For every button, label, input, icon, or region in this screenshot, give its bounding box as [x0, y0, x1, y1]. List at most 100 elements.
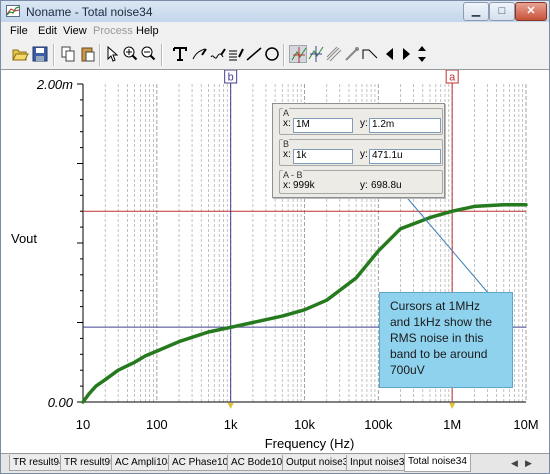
- cursor-tool-3-button[interactable]: [325, 45, 343, 63]
- readout-b-y-label: y:: [360, 149, 368, 160]
- toolbar-separator: [99, 44, 101, 66]
- result-tabs: TR result94 TR result95 AC Ampli108 AC P…: [1, 453, 549, 473]
- tab-ac-ampli108[interactable]: AC Ampli108: [111, 455, 177, 471]
- cursor-a-icon: [291, 47, 307, 63]
- updown-arrows-icon: [418, 46, 426, 62]
- minimize-icon: ▁: [471, 5, 481, 17]
- cursor-b-button[interactable]: [307, 45, 325, 63]
- arrow-pointer-icon: [107, 45, 119, 62]
- paste-button[interactable]: [79, 45, 97, 63]
- title-bar[interactable]: Noname - Total noise34 ▁ □ ✕: [1, 1, 549, 22]
- diagonal-lines-icon: [326, 46, 342, 62]
- menu-process[interactable]: Process: [93, 25, 133, 37]
- cursor-readout-panel[interactable]: A x: 1M y: 1.2m B x: 1k y: 471.1u A - B …: [272, 103, 445, 198]
- close-button[interactable]: ✕: [515, 2, 547, 21]
- tab-scroll-left-button[interactable]: ◀: [509, 457, 520, 470]
- open-button[interactable]: [11, 45, 29, 63]
- tab-scroll-right-icon: ▶: [525, 458, 532, 468]
- readout-a-y-label: y:: [360, 118, 368, 129]
- cursor-a-tag-label: a: [449, 72, 456, 84]
- toolbar-separator: [53, 44, 55, 66]
- folder-open-icon: [12, 49, 29, 61]
- maximize-button[interactable]: □: [489, 2, 515, 21]
- readout-diff-x-value: 999k: [293, 180, 315, 191]
- readout-diff-x-label: x:: [283, 180, 291, 191]
- x-tick-label: 1M: [443, 417, 461, 432]
- menu-help[interactable]: Help: [136, 25, 159, 37]
- readout-group-diff: A - B x: 999k y: 698.8u: [279, 170, 443, 194]
- readout-group-b: B x: 1k y: 471.1u: [279, 139, 443, 166]
- toolbar-separator: [283, 44, 285, 66]
- floppy-icon: [32, 46, 48, 62]
- cursor-tool-4-button[interactable]: [343, 45, 361, 63]
- probe-icon: [345, 47, 359, 61]
- menu-bar: File Edit View Process Help: [1, 22, 549, 41]
- ellipse-tool-button[interactable]: [263, 45, 281, 63]
- y-axis-label: Vout: [11, 231, 37, 246]
- line-icon: [246, 47, 262, 61]
- cursor-a-button[interactable]: [289, 45, 307, 63]
- y-tick-label: 2.00m: [36, 77, 73, 92]
- annotation-leader: [402, 192, 490, 295]
- text-icon: [173, 47, 187, 61]
- paste-icon: [81, 47, 95, 62]
- copy-button[interactable]: [59, 45, 77, 63]
- draw-tool-3-button[interactable]: [227, 45, 245, 63]
- cursor-tool-5-button[interactable]: [361, 45, 379, 63]
- zoom-in-button[interactable]: [121, 45, 139, 63]
- annotation-callout[interactable]: Cursors at 1MHz and 1kHz show the RMS no…: [379, 292, 513, 388]
- readout-group-b-label: B: [283, 139, 290, 149]
- line-tool-button[interactable]: [245, 45, 263, 63]
- readout-b-x-label: x:: [283, 149, 291, 160]
- cursor-b-icon: [308, 46, 324, 62]
- annotation-text: Cursors at 1MHz and 1kHz show the RMS no…: [390, 299, 493, 377]
- cursor-updown-button[interactable]: [413, 45, 431, 63]
- x-tick-label: 10: [76, 417, 90, 432]
- readout-a-x-field[interactable]: 1M: [293, 118, 353, 133]
- readout-diff-y-value: 698.8u: [371, 180, 402, 191]
- menu-file[interactable]: File: [10, 25, 28, 37]
- hatch-pen-icon: [229, 48, 244, 61]
- save-button[interactable]: [31, 45, 49, 63]
- text-tool-button[interactable]: [171, 45, 189, 63]
- zoom-in-icon: [123, 46, 138, 61]
- minimize-button[interactable]: ▁: [463, 2, 489, 21]
- ellipse-icon: [265, 47, 279, 61]
- readout-b-y-field[interactable]: 471.1u: [369, 149, 441, 164]
- zoom-out-icon: [141, 46, 156, 61]
- x-tick-label: 100k: [364, 417, 393, 432]
- x-axis-label: Frequency (Hz): [265, 436, 355, 451]
- cursor-a-marker: [449, 403, 456, 409]
- toolbar-separator: [161, 44, 163, 66]
- tab-total-noise34[interactable]: Total noise34: [404, 454, 471, 472]
- menu-edit[interactable]: Edit: [38, 25, 57, 37]
- cursor-b-marker: [227, 403, 234, 409]
- zoom-out-button[interactable]: [139, 45, 157, 63]
- tab-scroll-left-icon: ◀: [511, 458, 518, 468]
- step-line-icon: [362, 49, 378, 59]
- cursor-b-tag-label: b: [228, 72, 234, 84]
- readout-group-a-label: A: [283, 108, 290, 118]
- app-window: Noname - Total noise34 ▁ □ ✕ File Edit V…: [0, 0, 550, 474]
- tab-scroll-right-button[interactable]: ▶: [523, 457, 534, 470]
- maximize-icon: □: [498, 5, 506, 17]
- x-tick-label: 100: [146, 417, 168, 432]
- readout-group-diff-label: A - B: [283, 170, 303, 180]
- select-pointer-button[interactable]: [103, 45, 121, 63]
- readout-b-x-field[interactable]: 1k: [293, 149, 353, 164]
- y-tick-label: 0.00: [48, 395, 74, 410]
- copy-icon: [61, 46, 75, 62]
- close-icon: ✕: [526, 5, 536, 17]
- curve-pen-icon: [192, 48, 207, 60]
- x-tick-label: 1k: [224, 417, 238, 432]
- wave-pen-icon: [210, 48, 226, 59]
- draw-tool-1-button[interactable]: [191, 45, 209, 63]
- menu-view[interactable]: View: [63, 25, 87, 37]
- draw-tool-2-button[interactable]: [209, 45, 227, 63]
- readout-a-x-label: x:: [283, 118, 291, 129]
- app-icon: [6, 5, 20, 17]
- plot-area[interactable]: a b 10 100 1k 10k 100k 1M 10M 0.00 2.00m Frequency…: [1, 69, 549, 454]
- readout-a-y-field[interactable]: 1.2m: [369, 118, 441, 133]
- readout-group-a: A x: 1M y: 1.2m: [279, 108, 443, 135]
- x-tick-label: 10k: [294, 417, 315, 432]
